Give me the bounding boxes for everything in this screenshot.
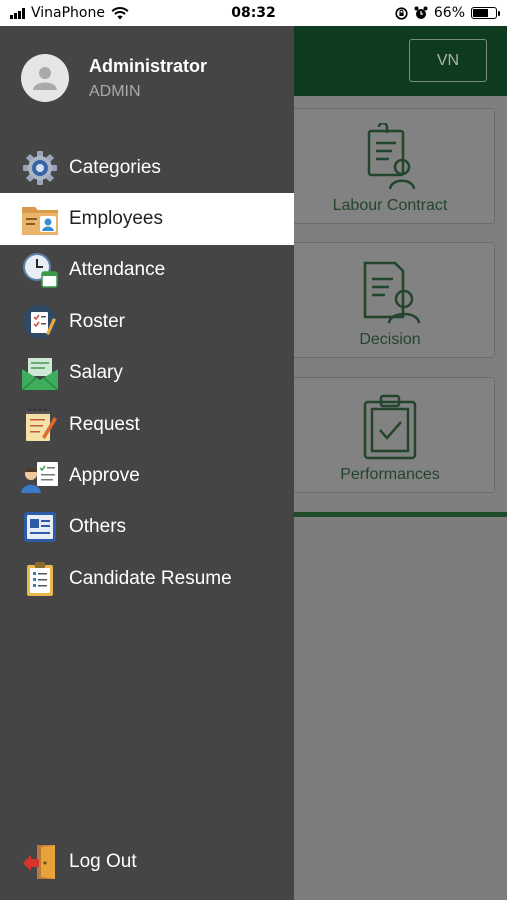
envelope-money-icon (21, 354, 59, 392)
menu-item-categories[interactable]: Categories (0, 142, 294, 193)
orientation-lock-icon (395, 6, 408, 20)
performances-card[interactable]: Performances (285, 377, 495, 493)
card-label: Labour Contract (332, 197, 448, 214)
card-label: Performances (340, 466, 440, 483)
menu-item-candidate-resume[interactable]: Candidate Resume (0, 553, 294, 604)
menu-item-others[interactable]: Others (0, 502, 294, 553)
avatar (21, 54, 69, 102)
menu-label: Roster (69, 310, 125, 332)
menu-label: Others (69, 516, 127, 538)
menu-item-attendance[interactable]: Attendance (0, 245, 294, 296)
battery-icon (471, 7, 500, 19)
checklist-pencil-icon (21, 303, 59, 341)
logout-button[interactable]: Log Out (0, 836, 294, 888)
user-icon (33, 67, 57, 90)
menu-item-request[interactable]: Request (0, 399, 294, 450)
menu-label: Attendance (69, 259, 166, 281)
menu-label: Categories (69, 156, 161, 178)
signal-icon (10, 7, 25, 19)
menu-label: Request (69, 413, 140, 435)
menu-label: Salary (69, 362, 123, 384)
menu-label: Employees (69, 208, 163, 230)
decision-card[interactable]: Decision (285, 242, 495, 358)
user-role: ADMIN (89, 82, 141, 100)
logout-label: Log Out (69, 851, 137, 872)
user-profile: Administrator ADMIN (21, 54, 207, 102)
carrier-name: VinaPhone (31, 5, 105, 21)
alarm-icon (414, 6, 428, 19)
language-button[interactable]: VN (409, 39, 487, 82)
card-label: Decision (359, 331, 421, 348)
resume-clipboard-icon (21, 560, 59, 598)
labour-contract-card[interactable]: Labour Contract (285, 108, 495, 224)
menu-item-roster[interactable]: Roster (0, 296, 294, 347)
navigation-drawer: Administrator ADMIN Categories Employees… (0, 26, 294, 900)
decision-icon (363, 261, 421, 324)
logout-door-icon (21, 843, 59, 881)
clipboard-check-icon (363, 394, 417, 460)
user-name: Administrator (89, 55, 208, 76)
menu-item-approve[interactable]: Approve (0, 450, 294, 501)
clock: 08:32 (231, 5, 276, 21)
notepad-pencil-icon (21, 406, 59, 444)
menu-item-salary[interactable]: Salary (0, 348, 294, 399)
menu-label: Candidate Resume (69, 567, 232, 589)
gear-icon (21, 149, 59, 187)
contract-icon (367, 123, 416, 190)
menu-item-employees[interactable]: Employees (0, 193, 294, 245)
status-bar: VinaPhone 08:32 66% (0, 0, 507, 26)
menu-label: Approve (69, 465, 140, 487)
battery-percent: 66% (433, 5, 465, 21)
approve-person-icon (21, 457, 59, 495)
id-card-icon (21, 508, 59, 546)
clock-calendar-icon (21, 251, 59, 289)
wifi-icon (111, 6, 129, 19)
drawer-menu: Categories Employees Attendance Roster S… (0, 142, 294, 605)
employee-folder-icon (21, 200, 59, 238)
